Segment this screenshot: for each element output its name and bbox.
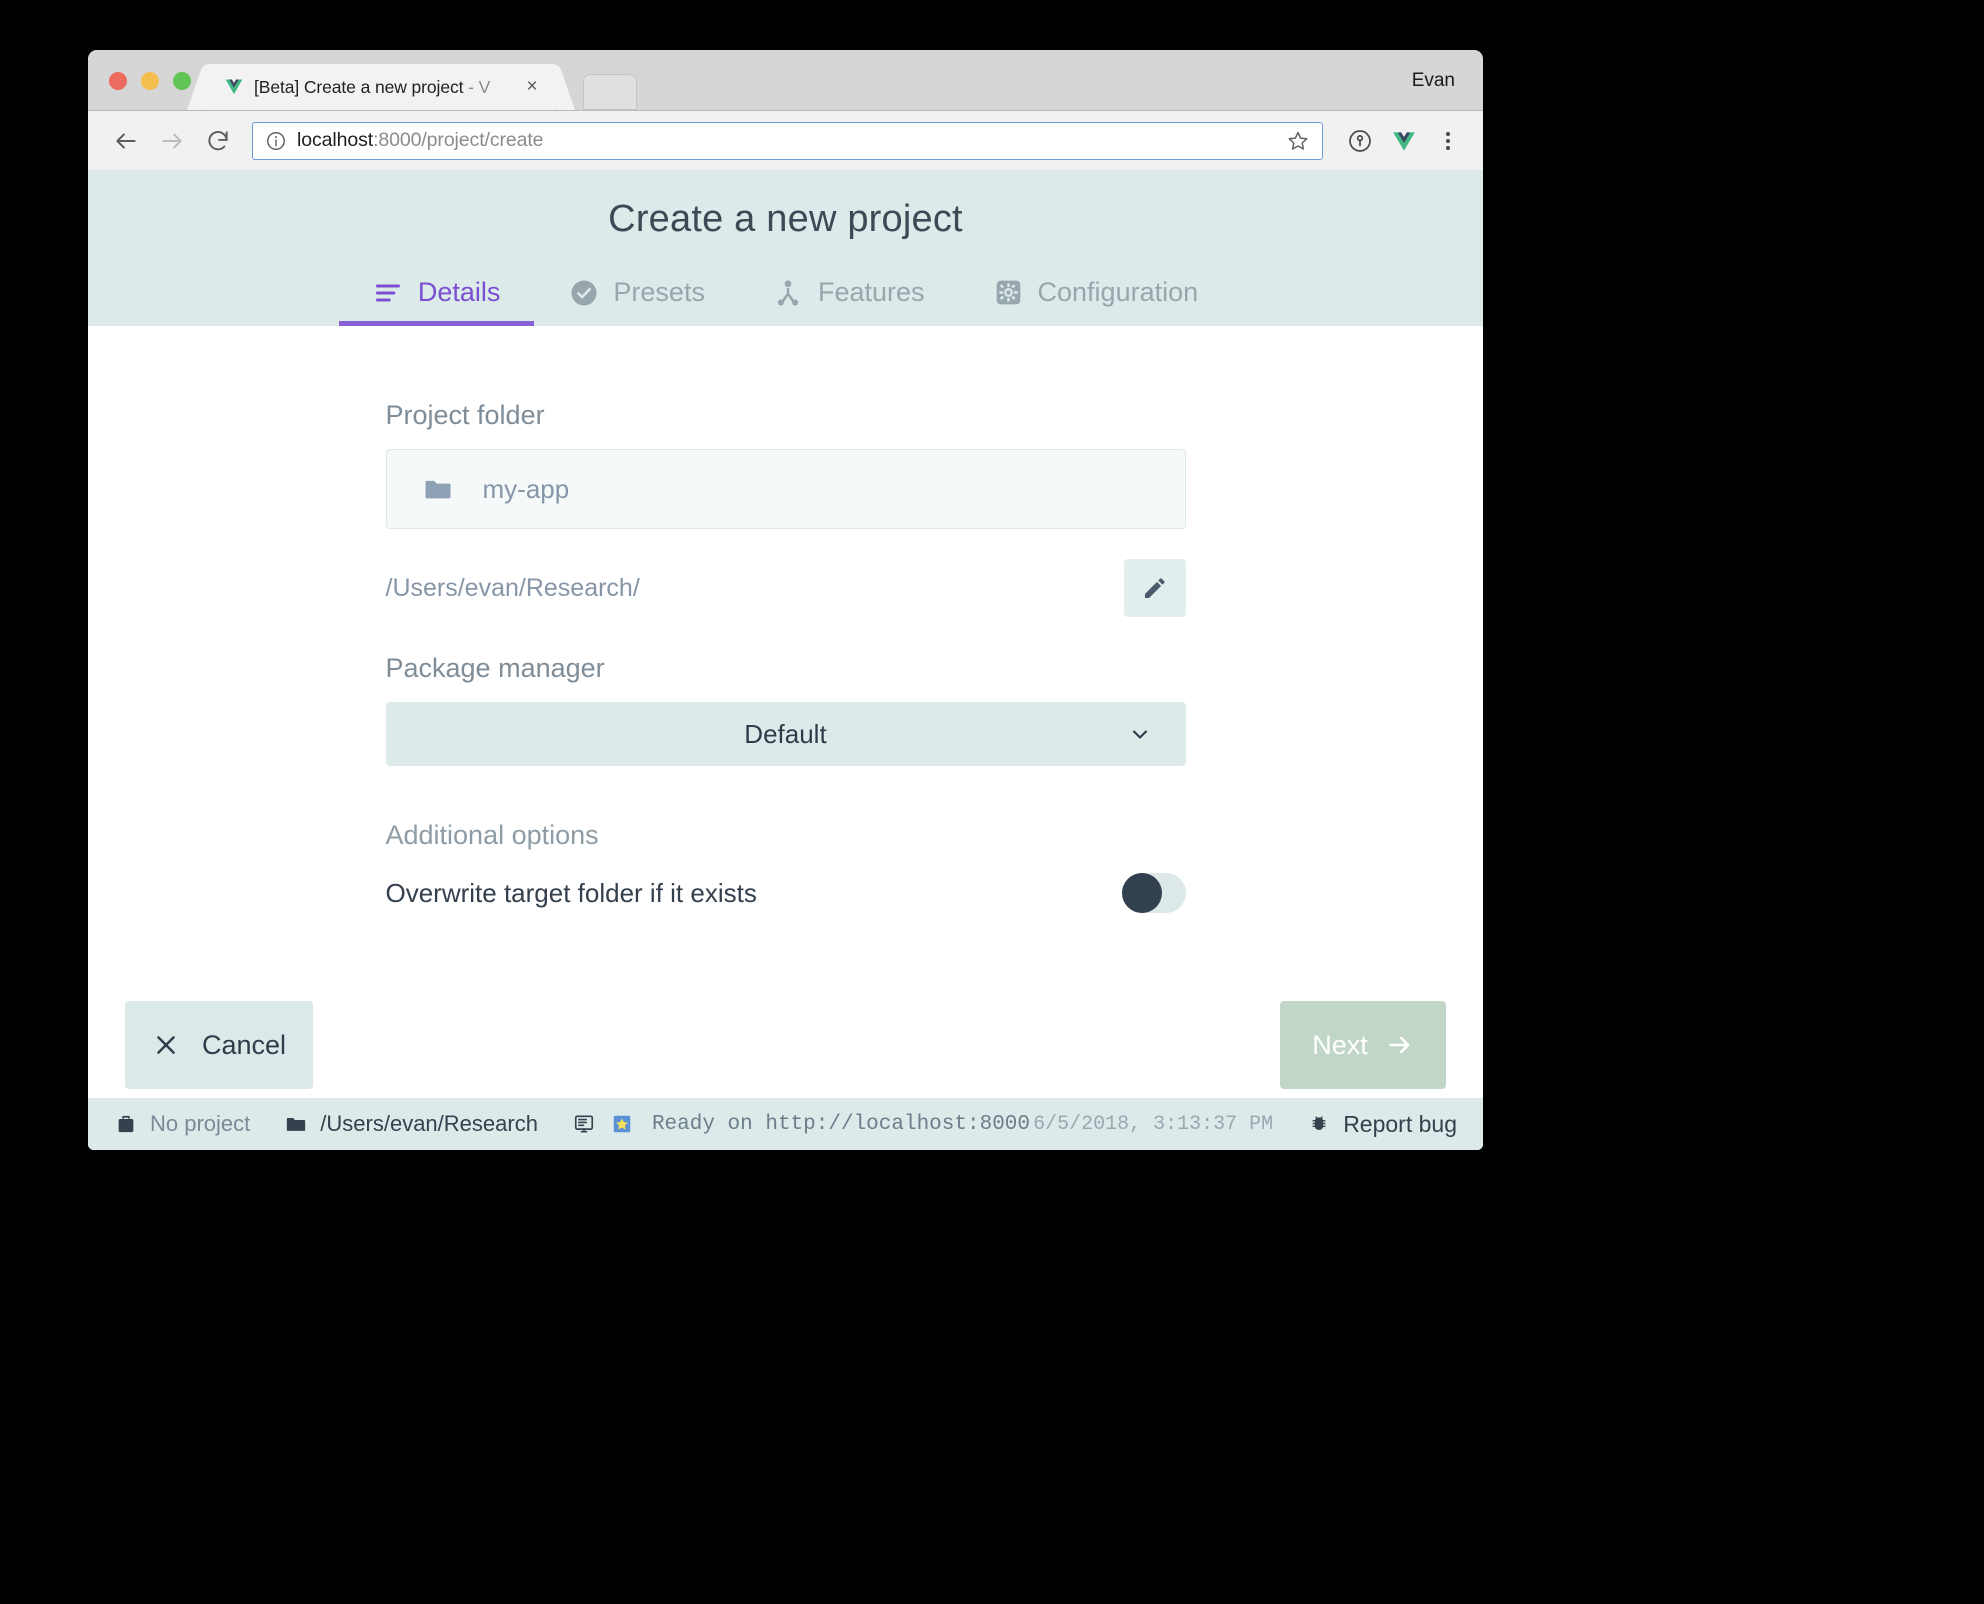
tab-configuration-label: Configuration xyxy=(1037,277,1199,307)
report-bug-label: Report bug xyxy=(1343,1110,1457,1137)
forward-icon xyxy=(152,121,192,161)
url-host: localhost xyxy=(297,129,374,151)
package-manager-label: Package manager xyxy=(385,653,605,683)
cancel-button-label: Cancel xyxy=(201,1029,287,1060)
package-manager-value: Default xyxy=(744,718,827,749)
back-icon[interactable] xyxy=(106,121,146,161)
browser-toolbar: localhost:8000/project/create xyxy=(88,110,1483,170)
screenshot-root: [Beta] Create a new project - V × Evan l… xyxy=(0,0,1984,1604)
browser-menu-icon[interactable] xyxy=(1431,124,1465,158)
maximize-window-button[interactable] xyxy=(173,72,191,90)
account-key-icon[interactable] xyxy=(1343,124,1377,158)
browser-tab-title-suffix: - V xyxy=(463,76,491,97)
project-folder-value: my-app xyxy=(482,473,570,504)
project-folder-label: Project folder xyxy=(385,400,545,430)
cog-box-icon xyxy=(993,277,1024,308)
tab-details-label: Details xyxy=(417,277,501,307)
tab-configuration[interactable]: Configuration xyxy=(959,267,1233,326)
check-circle-icon xyxy=(568,277,599,308)
star-badge-icon xyxy=(610,1112,634,1136)
tab-presets-label: Presets xyxy=(613,277,705,307)
overwrite-option-row: Overwrite target folder if it exists xyxy=(386,867,1186,919)
profile-name[interactable]: Evan xyxy=(1412,70,1455,92)
list-icon xyxy=(373,277,404,308)
close-icon xyxy=(152,1031,180,1059)
project-path-row: /Users/evan/Research/ xyxy=(386,559,1186,617)
folder-icon xyxy=(284,1112,308,1136)
close-icon[interactable]: × xyxy=(522,77,542,97)
overwrite-toggle[interactable] xyxy=(1121,873,1186,913)
edit-path-button[interactable] xyxy=(1123,559,1186,617)
browser-tab-title-main: [Beta] Create a new project xyxy=(254,76,464,97)
app-content: Create a new project Details Presets Fea… xyxy=(88,170,1483,1150)
status-folder-label: /Users/evan/Research xyxy=(320,1111,538,1136)
tab-presets[interactable]: Presets xyxy=(534,267,739,326)
pencil-icon xyxy=(1141,574,1169,602)
next-button-label: Next xyxy=(1312,1029,1368,1060)
window-controls xyxy=(109,72,191,90)
form-area: Project folder my-app /Users/evan/Resear… xyxy=(88,326,1483,1145)
sitemap-icon xyxy=(773,277,804,308)
bookmark-star-icon[interactable] xyxy=(1286,129,1310,153)
vue-devtools-icon[interactable] xyxy=(1387,124,1421,158)
folder-icon xyxy=(423,474,453,504)
status-folder[interactable]: /Users/evan/Research xyxy=(284,1111,538,1137)
toggle-knob xyxy=(1121,873,1162,913)
overwrite-label: Overwrite target folder if it exists xyxy=(385,877,757,908)
app-header: Create a new project Details Presets Fea… xyxy=(88,170,1483,326)
chevron-down-icon xyxy=(1128,722,1152,746)
vue-logo-icon xyxy=(224,77,244,97)
close-window-button[interactable] xyxy=(109,72,127,90)
browser-tab-strip: [Beta] Create a new project - V × Evan xyxy=(88,50,1483,110)
browser-tab[interactable]: [Beta] Create a new project - V × xyxy=(206,64,556,110)
page-title: Create a new project xyxy=(608,198,963,240)
status-console[interactable] xyxy=(572,1112,596,1136)
console-icon xyxy=(572,1112,596,1136)
browser-tab-title: [Beta] Create a new project - V xyxy=(254,77,490,98)
url-path: :8000/project/create xyxy=(373,129,544,151)
status-project[interactable]: No project xyxy=(114,1111,250,1137)
project-folder-input[interactable]: my-app xyxy=(385,449,1186,529)
briefcase-icon xyxy=(114,1112,138,1136)
status-project-label: No project xyxy=(150,1111,251,1136)
status-timestamp: 6/5/2018, 3:13:37 PM xyxy=(1033,1112,1274,1136)
status-ready-text: Ready on http://localhost:8000 xyxy=(651,1112,1030,1136)
bug-icon xyxy=(1307,1112,1331,1136)
report-bug-button[interactable]: Report bug xyxy=(1307,1111,1457,1138)
tab-details[interactable]: Details xyxy=(338,267,535,326)
status-news[interactable] xyxy=(610,1112,634,1136)
minimize-window-button[interactable] xyxy=(141,72,159,90)
address-bar[interactable]: localhost:8000/project/create xyxy=(252,121,1323,160)
tab-features-label: Features xyxy=(817,277,925,307)
tab-features[interactable]: Features xyxy=(739,267,959,326)
cancel-button[interactable]: Cancel xyxy=(125,1001,313,1089)
new-tab-button[interactable] xyxy=(583,74,637,110)
additional-options-label: Additional options xyxy=(385,820,599,850)
arrow-right-icon xyxy=(1386,1031,1414,1059)
package-manager-select[interactable]: Default xyxy=(385,702,1186,766)
url-text: localhost:8000/project/create xyxy=(297,129,544,152)
next-button[interactable]: Next xyxy=(1280,1001,1446,1089)
wizard-tabs: Details Presets Features Configuration xyxy=(88,267,1483,326)
status-bar: No project /Users/evan/Research Ready on… xyxy=(88,1098,1483,1150)
project-path-value: /Users/evan/Research/ xyxy=(385,573,640,602)
browser-window: [Beta] Create a new project - V × Evan l… xyxy=(88,50,1483,1150)
details-form: Project folder my-app /Users/evan/Resear… xyxy=(385,326,1186,919)
reload-icon[interactable] xyxy=(198,121,238,161)
site-info-icon[interactable] xyxy=(265,130,287,152)
